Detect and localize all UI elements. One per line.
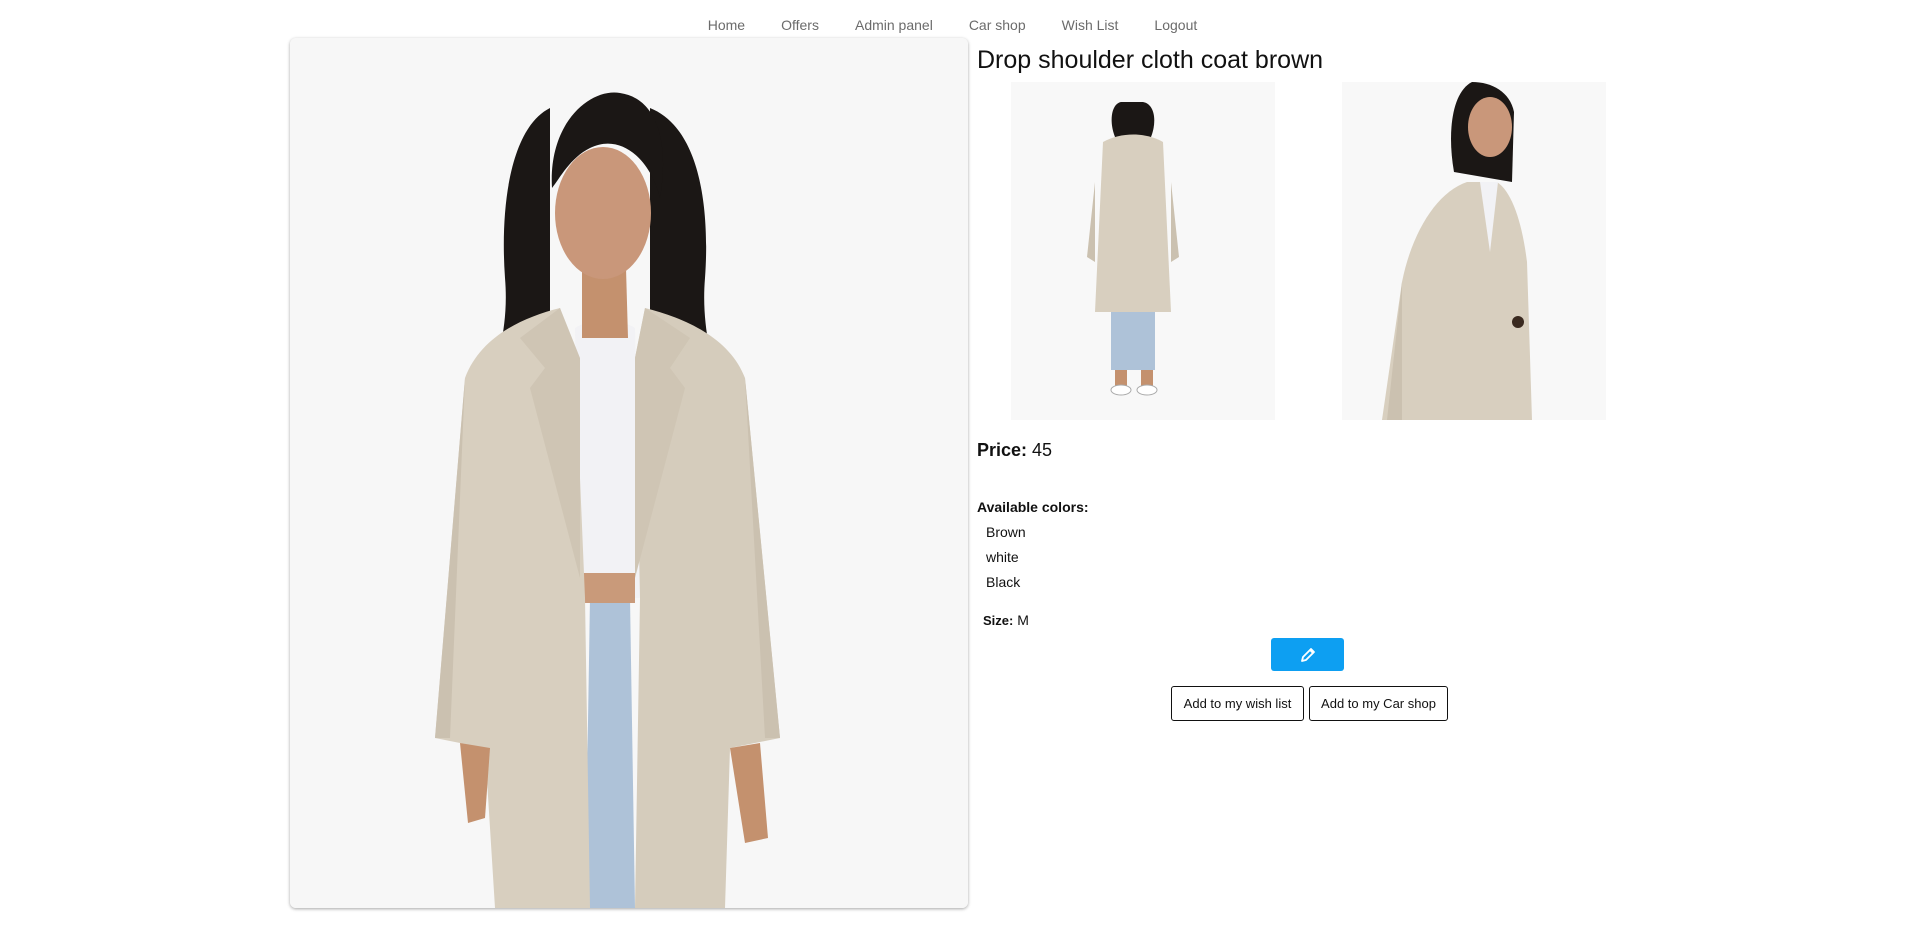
nav-admin-panel-link[interactable]: Admin panel	[837, 16, 951, 36]
model-side-illustration	[1342, 82, 1606, 420]
nav-home-link[interactable]: Home	[690, 16, 763, 36]
size-label: Size:	[983, 613, 1014, 628]
add-to-car-shop-button[interactable]: Add to my Car shop	[1309, 686, 1448, 721]
price-row: Price: 45	[977, 440, 1052, 461]
size-row: Size: M	[983, 612, 1029, 628]
color-list: Brown white Black	[986, 522, 1026, 597]
product-title: Drop shoulder cloth coat brown	[977, 46, 1324, 74]
color-option-black: Black	[986, 574, 1021, 590]
main-product-image	[290, 38, 968, 908]
color-option-white: white	[986, 549, 1019, 565]
available-colors-label: Available colors:	[977, 499, 1089, 515]
nav-car-shop-link[interactable]: Car shop	[951, 16, 1044, 36]
size-value: M	[1017, 612, 1029, 628]
product-thumbnail-side[interactable]	[1342, 82, 1606, 420]
price-value: 45	[1032, 440, 1053, 460]
product-thumbnail-back[interactable]	[1011, 82, 1275, 420]
top-navbar: Home Offers Admin panel Car shop Wish Li…	[0, 16, 1905, 36]
color-option-brown: Brown	[986, 524, 1026, 540]
nav-offers-link[interactable]: Offers	[763, 16, 837, 36]
price-label: Price:	[977, 440, 1028, 460]
pencil-icon	[1300, 647, 1315, 662]
nav-wish-list-link[interactable]: Wish List	[1044, 16, 1137, 36]
edit-button[interactable]	[1271, 638, 1344, 671]
model-front-illustration	[290, 38, 968, 908]
model-back-illustration	[1011, 82, 1275, 420]
nav-logout-link[interactable]: Logout	[1136, 16, 1215, 36]
add-to-wish-list-button[interactable]: Add to my wish list	[1171, 686, 1304, 721]
